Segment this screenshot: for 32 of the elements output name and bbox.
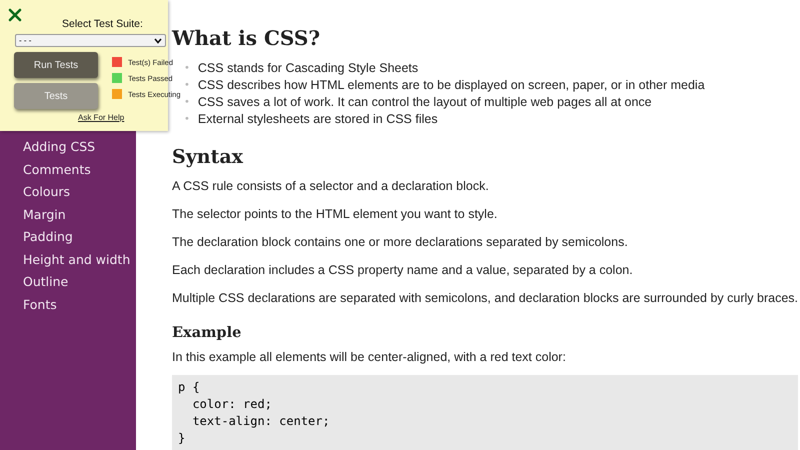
list-item: CSS describes how HTML elements are to be displayed on screen, paper, or in other media: [198, 77, 705, 94]
bullet: •: [184, 79, 190, 93]
nav-link[interactable]: Height and width: [0, 248, 130, 271]
page-heading: What is CSS?: [172, 26, 322, 50]
code-block: p { color: red; text-align: center; }: [172, 375, 798, 450]
help-link[interactable]: Ask For Help: [78, 113, 124, 122]
bullet: •: [184, 62, 190, 76]
nav-link[interactable]: Margin: [0, 204, 66, 226]
run-button[interactable]: Run Tests: [14, 52, 98, 78]
bullet: •: [184, 113, 190, 127]
paragraph: Multiple CSS declarations are separated with semicolons, and declaration blocks are surrounded by curly braces.: [172, 290, 798, 307]
nav-link[interactable]: Fonts: [0, 294, 57, 316]
chevron-icon: [154, 38, 162, 44]
suite-select[interactable]: - - -: [15, 34, 166, 47]
paragraph: A CSS rule consists of a selector and a declaration block.: [172, 178, 490, 195]
section-heading: Syntax: [172, 146, 244, 168]
paragraph: The declaration block contains one or more declarations separated by semicolons.: [172, 234, 629, 251]
nav-link[interactable]: Comments: [0, 158, 91, 181]
nav-link[interactable]: Outline: [0, 271, 68, 294]
list-item: CSS saves a lot of work. It can control the layout of multiple web pages all at once: [198, 94, 652, 111]
nav-link[interactable]: Padding: [0, 226, 73, 248]
panel-title: Select Test Suite:: [62, 18, 143, 30]
nav-link[interactable]: Adding CSS: [0, 136, 96, 158]
close-icon[interactable]: [8, 8, 22, 22]
subsection-heading: Example: [172, 324, 242, 341]
list-item: External stylesheets are stored in CSS files: [198, 111, 438, 128]
paragraph: The selector points to the HTML element you want to style.: [172, 206, 498, 223]
list-item: CSS stands for Cascading Style Sheets: [198, 60, 418, 77]
nav-link[interactable]: Colours: [0, 181, 70, 204]
paragraph: In this example all elements will be center-aligned, with a red text color:: [172, 349, 567, 366]
paragraph: Each declaration includes a CSS property name and a value, separated by a colon.: [172, 262, 634, 279]
bullet: •: [184, 96, 190, 110]
